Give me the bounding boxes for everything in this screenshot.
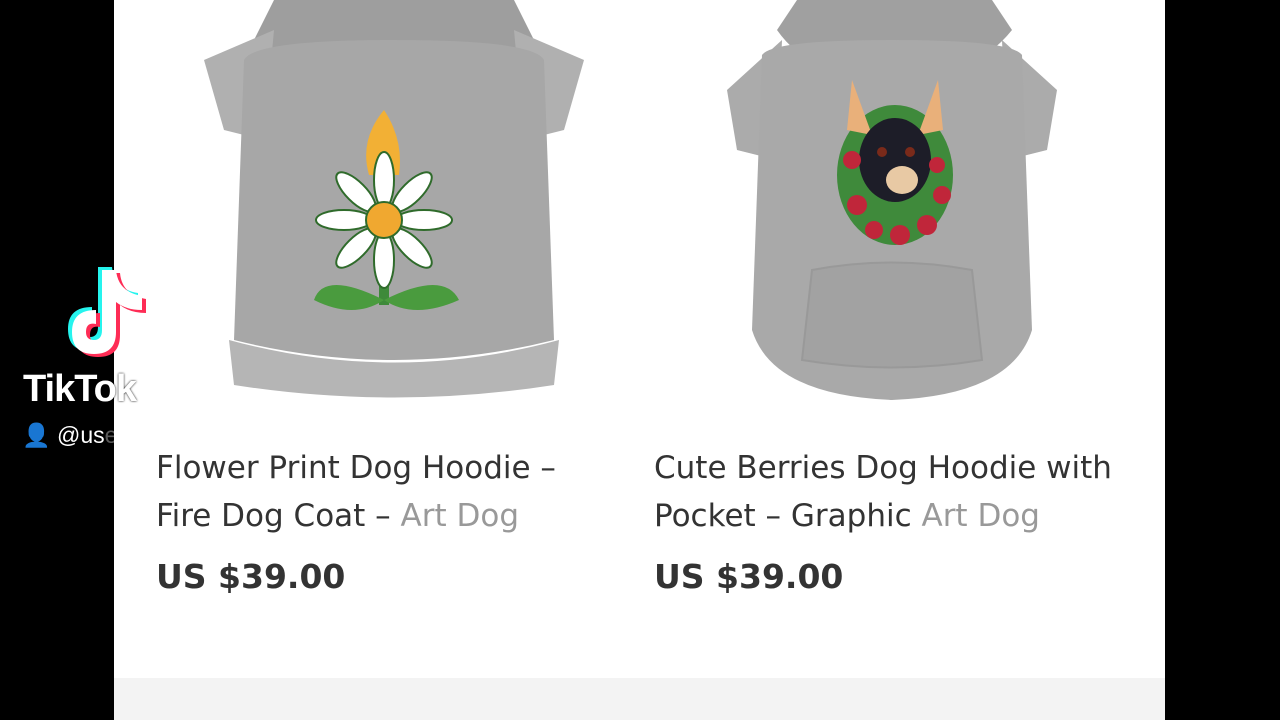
tiktok-username: 👤 @user2671399356135: [22, 422, 291, 449]
product-title[interactable]: Cute Berries Dog Hoodie with Pocket – Gr…: [654, 444, 1114, 540]
tiktok-brand-text: TikTok: [23, 368, 137, 410]
product-title-main: Cute Berries Dog Hoodie with Pocket – Gr…: [654, 450, 1112, 534]
product-title-faded: Art Dog: [400, 498, 520, 534]
product-title-faded: Art Dog: [921, 498, 1040, 534]
footer-band: [114, 678, 1165, 720]
product-title[interactable]: Flower Print Dog Hoodie – Fire Dog Coat …: [156, 444, 616, 540]
user-icon: 👤: [22, 422, 51, 448]
username-rest: er2671399356135: [104, 422, 292, 448]
tiktok-logo-icon: [68, 267, 146, 357]
product-grid-page: Flower Print Dog Hoodie – Fire Dog Coat …: [114, 0, 1165, 720]
flower-hoodie-image[interactable]: [114, 0, 614, 425]
tiktok-watermark: TikTok 👤 @user2671399356135: [20, 262, 291, 462]
chihuahua-hoodie-image[interactable]: [612, 0, 1112, 425]
product-price: US $39.00: [654, 557, 844, 596]
username-prefix: @us: [57, 422, 105, 448]
product-price: US $39.00: [156, 557, 346, 596]
